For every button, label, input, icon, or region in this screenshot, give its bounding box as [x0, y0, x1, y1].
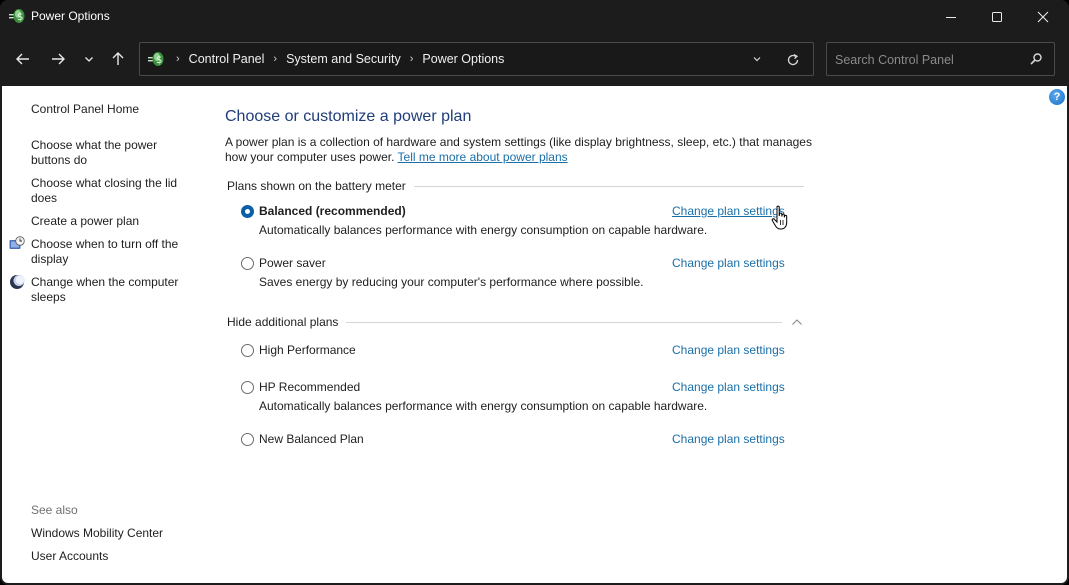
group-divider	[413, 185, 804, 187]
plan-name[interactable]: Balanced (recommended)	[259, 204, 406, 218]
back-button[interactable]	[11, 48, 35, 70]
search-icon[interactable]	[1028, 51, 1044, 67]
breadcrumb-chevron-icon[interactable]: ›	[273, 53, 277, 65]
address-bar[interactable]: $ › Control Panel › System and Security …	[139, 42, 814, 76]
see-also-heading: See also	[31, 503, 78, 517]
plan-name[interactable]: New Balanced Plan	[259, 432, 364, 446]
breadcrumb-control-panel[interactable]: Control Panel	[189, 52, 265, 66]
sidebar-create-power-plan[interactable]: Create a power plan	[31, 214, 191, 229]
change-plan-settings-link[interactable]: Change plan settings	[672, 204, 785, 218]
breadcrumb-power-options[interactable]: Power Options	[422, 52, 504, 66]
plan-power-saver-radio[interactable]	[241, 257, 254, 270]
maximize-button[interactable]	[974, 0, 1020, 34]
sidebar-user-accounts[interactable]: User Accounts	[31, 549, 191, 564]
window-title: Power Options	[31, 9, 110, 23]
arrow-right-icon	[52, 53, 65, 65]
sidebar-power-buttons[interactable]: Choose what the power buttons do	[31, 138, 191, 168]
change-plan-settings-link[interactable]: Change plan settings	[672, 380, 785, 394]
group-divider	[346, 321, 783, 323]
change-plan-settings-link[interactable]: Change plan settings	[672, 343, 785, 357]
refresh-button[interactable]	[783, 50, 803, 70]
maximize-icon	[992, 12, 1002, 22]
sidebar-windows-mobility-center[interactable]: Windows Mobility Center	[31, 526, 191, 541]
plan-new-balanced-radio[interactable]	[241, 433, 254, 446]
plan-balanced-radio[interactable]	[241, 205, 254, 218]
plan-name[interactable]: Power saver	[259, 256, 326, 270]
forward-button[interactable]	[46, 48, 70, 70]
breadcrumb: › Control Panel › System and Security › …	[172, 52, 504, 66]
chevron-up-icon[interactable]	[791, 317, 803, 327]
power-options-window: $ Power Options $ › Control Panel › Syst…	[0, 0, 1069, 585]
sidebar-control-panel-home[interactable]: Control Panel Home	[31, 102, 191, 117]
close-button[interactable]	[1020, 0, 1066, 34]
intro-text: A power plan is a collection of hardware…	[225, 135, 815, 165]
additional-plans-group-label[interactable]: Hide additional plans	[227, 315, 338, 329]
plan-description: Automatically balances performance with …	[259, 223, 708, 237]
navigation-bar: $ › Control Panel › System and Security …	[0, 34, 1069, 86]
title-bar: $ Power Options	[0, 0, 1069, 34]
plan-name[interactable]: High Performance	[259, 343, 356, 357]
address-history-dropdown[interactable]	[748, 51, 766, 67]
power-options-location-icon: $	[148, 52, 164, 66]
help-icon[interactable]: ?	[1049, 89, 1065, 105]
sidebar-closing-lid[interactable]: Choose what closing the lid does	[31, 176, 191, 206]
battery-plans-group-header: Plans shown on the battery meter	[227, 179, 804, 193]
plan-description: Saves energy by reducing your computer's…	[259, 275, 644, 289]
page-title: Choose or customize a power plan	[225, 108, 472, 125]
task-sidebar: Control Panel Home Choose what the power…	[2, 86, 207, 583]
up-button[interactable]	[106, 48, 130, 70]
change-plan-settings-link[interactable]: Change plan settings	[672, 256, 785, 270]
plan-name[interactable]: HP Recommended	[259, 380, 360, 394]
minimize-button[interactable]	[928, 0, 974, 34]
breadcrumb-system-and-security[interactable]: System and Security	[286, 52, 401, 66]
arrow-left-icon	[16, 53, 29, 65]
recent-locations-button[interactable]	[77, 48, 101, 70]
chevron-down-icon	[85, 57, 93, 62]
breadcrumb-chevron-icon[interactable]: ›	[176, 53, 180, 65]
breadcrumb-chevron-icon[interactable]: ›	[410, 53, 414, 65]
content-area: ? Control Panel Home Choose what the pow…	[2, 86, 1067, 583]
svg-text:$: $	[17, 12, 23, 23]
plan-description: Automatically balances performance with …	[259, 399, 708, 413]
arrow-up-icon	[112, 52, 124, 65]
hand-cursor-icon	[771, 205, 788, 230]
sidebar-computer-sleeps[interactable]: Change when the computer sleeps	[31, 275, 191, 305]
change-plan-settings-link[interactable]: Change plan settings	[672, 432, 785, 446]
tell-me-more-link[interactable]: Tell me more about power plans	[398, 150, 568, 164]
plan-hp-recommended-radio[interactable]	[241, 381, 254, 394]
chevron-down-icon	[753, 57, 761, 62]
battery-plans-group-label: Plans shown on the battery meter	[227, 179, 406, 193]
minimize-icon	[946, 17, 956, 18]
display-clock-icon	[9, 236, 25, 249]
close-icon	[1037, 11, 1049, 23]
moon-sleep-icon	[10, 275, 25, 289]
additional-plans-group-header[interactable]: Hide additional plans	[227, 315, 783, 329]
plan-high-performance-radio[interactable]	[241, 344, 254, 357]
refresh-icon	[787, 53, 799, 66]
search-input[interactable]	[835, 51, 1025, 69]
search-box	[826, 42, 1055, 76]
power-options-app-icon: $	[9, 9, 25, 23]
sidebar-turn-off-display[interactable]: Choose when to turn off the display	[31, 237, 191, 267]
svg-text:$: $	[156, 55, 162, 66]
